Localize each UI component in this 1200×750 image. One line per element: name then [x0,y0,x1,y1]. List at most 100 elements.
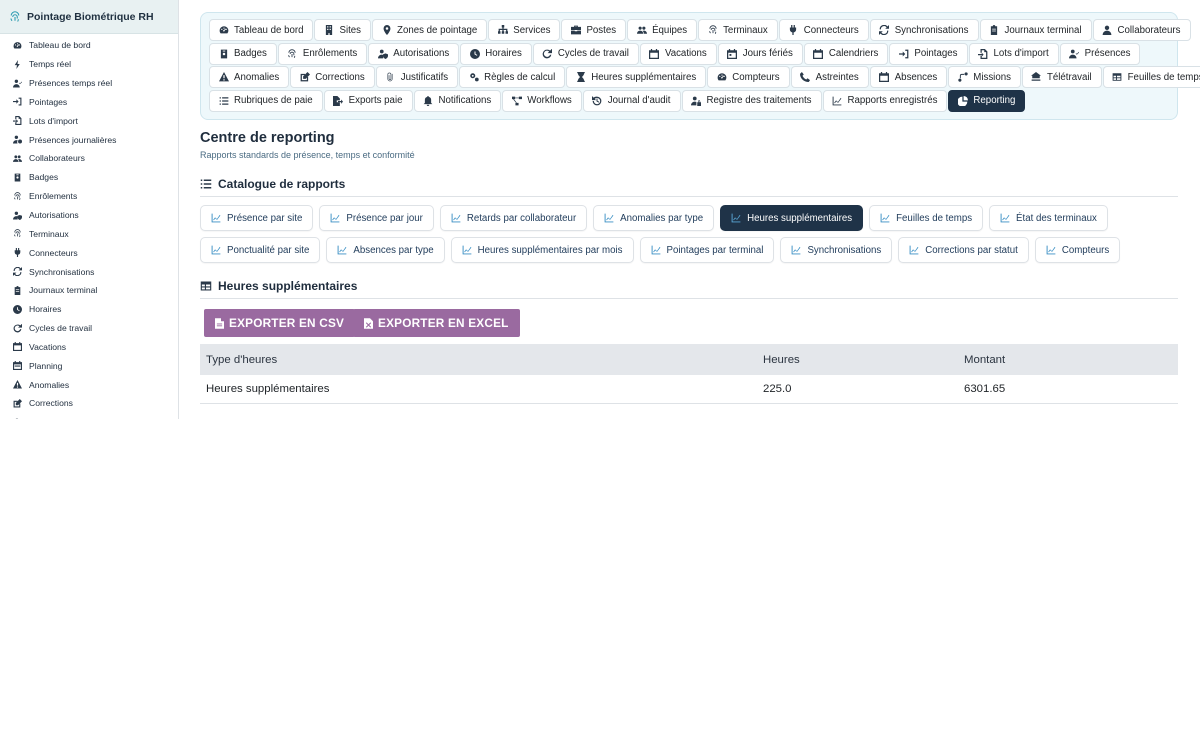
warning-icon [12,380,22,390]
nav-tab-exports-paie[interactable]: Exports paie [323,89,413,112]
nav-tab-cycles-de-travail[interactable]: Cycles de travail [532,42,639,65]
sidebar-item-horaires[interactable]: Horaires [0,300,178,319]
nav-tab-notifications[interactable]: Notifications [413,89,502,112]
nav-tab-terminaux[interactable]: Terminaux [698,19,778,41]
nav-tab-reporting[interactable]: Reporting [948,89,1026,112]
sidebar-item-cycles-de-travail[interactable]: Cycles de travail [0,319,178,338]
nav-tab-absences[interactable]: Absences [869,66,948,89]
nav-tab-anomalies[interactable]: Anomalies [209,66,290,89]
column-header-type[interactable]: Type d'heures [200,344,757,375]
nav-tab-horaires[interactable]: Horaires [460,42,532,65]
chart-line-icon [211,245,221,255]
nav-tab-justificatifs[interactable]: Justificatifs [375,66,459,89]
report-card-compteurs[interactable]: Compteurs [1034,237,1121,263]
sidebar-item-badges[interactable]: Badges [0,168,178,187]
badge-icon [218,48,229,59]
report-card-pointages-par-terminal[interactable]: Pointages par terminal [639,237,775,263]
nav-tab-regles-de-calcul[interactable]: Règles de calcul [459,66,566,89]
sidebar-item-connecteurs[interactable]: Connecteurs [0,243,178,262]
sidebar-item-collaborateurs[interactable]: Collaborateurs [0,149,178,168]
export-excel-button[interactable]: EXPORTER EN EXCEL [353,309,520,337]
sidebar-item-temps-reel[interactable]: Temps réel [0,55,178,74]
report-card-anomalies-par-type[interactable]: Anomalies par type [593,205,715,231]
sidebar-item-presences-temps-reel[interactable]: Présences temps réel [0,74,178,93]
nav-tab-equipes[interactable]: Équipes [627,19,698,41]
nav-tab-autorisations[interactable]: Autorisations [368,42,460,65]
nav-row: Badges Enrôlements Autorisations Horaires Cy… [209,42,1169,67]
nav-tab-missions[interactable]: Missions [948,66,1021,89]
nav-tab-rubriques-de-paie[interactable]: Rubriques de paie [209,89,323,112]
sidebar-item-autorisations[interactable]: Autorisations [0,206,178,225]
column-header-hours[interactable]: Heures [757,344,958,375]
cell-type: Heures supplémentaires [200,375,757,404]
nav-tab-feuilles-de-temps[interactable]: Feuilles de temps [1102,66,1200,89]
report-catalogue-row: Ponctualité par site Absences par type Heu… [200,237,1178,263]
report-card-heures-supplementaires[interactable]: Heures supplémentaires [720,205,864,231]
nav-tab-compteurs[interactable]: Compteurs [707,66,790,89]
nav-tab-corrections[interactable]: Corrections [290,66,375,89]
nav-tab-calendriers[interactable]: Calendriers [803,42,889,65]
nav-tab-workflows[interactable]: Workflows [502,89,582,112]
nav-tab-label: Compteurs [732,71,780,83]
nav-tab-pointages[interactable]: Pointages [889,42,968,65]
report-card-presence-par-site[interactable]: Présence par site [200,205,314,231]
report-card-feuilles-de-temps[interactable]: Feuilles de temps [869,205,984,231]
sidebar-item-vacations[interactable]: Vacations [0,338,178,357]
report-card-retards-par-collaborateur[interactable]: Retards par collaborateur [439,205,588,231]
nav-tab-sites[interactable]: Sites [314,19,372,41]
nav-tab-services[interactable]: Services [488,19,561,41]
nav-tab-teletravail[interactable]: Télétravail [1021,66,1102,89]
nav-tab-enrolements[interactable]: Enrôlements [277,42,368,65]
report-card-heures-supplementaires-par-mois[interactable]: Heures supplémentaires par mois [450,237,634,263]
sidebar-item-enrolements[interactable]: Enrôlements [0,187,178,206]
sidebar-item-anomalies[interactable]: Anomalies [0,375,178,394]
sidebar-item-corrections[interactable]: Corrections [0,394,178,413]
dashboard-icon [218,25,229,36]
column-header-amount[interactable]: Montant [958,344,1178,375]
calendar-icon [813,48,824,59]
nav-tab-tableau-de-bord[interactable]: Tableau de bord [209,19,314,41]
nav-tab-label: Absences [894,71,938,83]
sidebar-item-synchronisations[interactable]: Synchronisations [0,262,178,281]
nav-tab-label: Feuilles de temps [1127,71,1200,83]
nav-tab-collaborateurs[interactable]: Collaborateurs [1092,19,1191,41]
nav-tab-journal-d-audit[interactable]: Journal d'audit [582,89,681,112]
sidebar-item-journaux-terminal[interactable]: Journaux terminal [0,281,178,300]
report-card-presence-par-jour[interactable]: Présence par jour [319,205,434,231]
edit-icon [12,398,22,408]
sidebar-item-justificatifs[interactable]: Justificatifs [0,413,178,419]
nav-tab-postes[interactable]: Postes [561,19,627,41]
nav-tab-vacations[interactable]: Vacations [639,42,717,65]
nav-tab-connecteurs[interactable]: Connecteurs [778,19,869,41]
nav-tab-presences[interactable]: Présences [1059,42,1141,65]
nav-tab-synchronisations[interactable]: Synchronisations [869,19,979,41]
sidebar-item-pointages[interactable]: Pointages [0,93,178,112]
table-header-row: Type d'heures Heures Montant [200,344,1178,375]
sidebar-item-planning[interactable]: Planning [0,356,178,375]
sidebar-item-label: Horaires [29,304,62,315]
nav-tab-astreintes[interactable]: Astreintes [790,66,869,89]
nav-tab-zones-de-pointage[interactable]: Zones de pointage [372,19,488,41]
nav-tab-badges[interactable]: Badges [209,42,277,65]
sidebar-item-presences-journalieres[interactable]: Présences journalières [0,130,178,149]
list-icon [200,178,213,191]
nav-tab-registre-des-traitements[interactable]: Registre des traitements [681,89,822,112]
report-card-synchronisations[interactable]: Synchronisations [780,237,893,263]
sidebar-item-tableau-de-bord[interactable]: Tableau de bord [0,36,178,55]
report-card-corrections-par-statut[interactable]: Corrections par statut [898,237,1029,263]
nav-tab-heures-supplementaires[interactable]: Heures supplémentaires [566,66,707,89]
report-card-absences-par-type[interactable]: Absences par type [326,237,445,263]
nav-tab-lots-d-import[interactable]: Lots d'import [968,42,1059,65]
export-csv-button[interactable]: EXPORTER EN CSV [204,309,356,337]
sidebar-item-lots-d-import[interactable]: Lots d'import [0,111,178,130]
sidebar-item-label: Justificatifs [29,417,71,419]
report-card-ponctualite-par-site[interactable]: Ponctualité par site [200,237,321,263]
sidebar-item-terminaux[interactable]: Terminaux [0,224,178,243]
report-card-etat-des-terminaux[interactable]: État des terminaux [989,205,1108,231]
nav-tab-jours-feries[interactable]: Jours fériés [717,42,803,65]
nav-tab-rapports-enregistres[interactable]: Rapports enregistrés [822,89,948,112]
chart-pie-icon [957,95,968,106]
nav-tab-journaux-terminal[interactable]: Journaux terminal [979,19,1092,41]
brand-header[interactable]: Pointage Biométrique RH [0,0,178,34]
catalogue-heading: Catalogue de rapports [200,177,345,191]
